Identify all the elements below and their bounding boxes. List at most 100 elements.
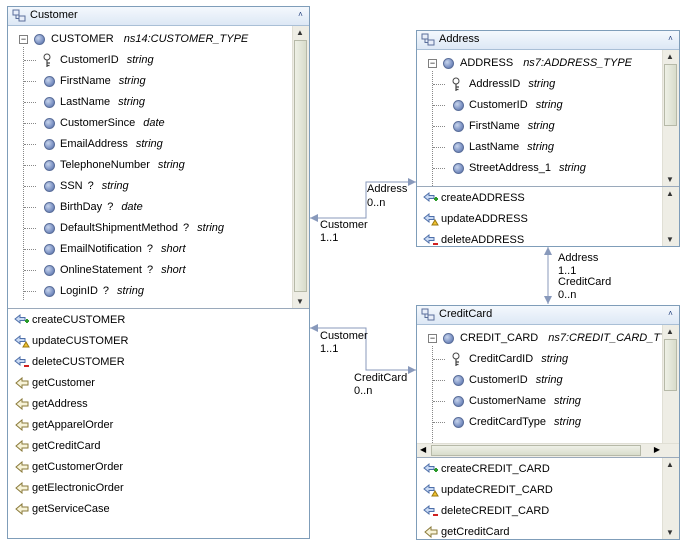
attribute-row[interactable]: CustomerID string [469,95,563,116]
attribute-row[interactable]: AddressID string [469,74,555,95]
operation-name: createCUSTOMER [32,314,126,326]
operation-name: getApparelOrder [32,419,114,431]
collapse-tree-icon[interactable]: − [19,35,28,44]
operation-row[interactable]: createCREDIT_CARD [417,459,657,480]
root-type: ns7:CREDIT_CARD_TYPE [548,332,679,344]
attribute-name: CustomerSince [60,117,136,129]
scroll-thumb[interactable] [294,40,307,292]
attribute-name: LastName [60,96,111,108]
operation-name: getServiceCase [32,503,110,515]
attribute-row[interactable]: CreditCardType string [469,412,581,433]
attribute-name: CreditCardType [469,416,547,428]
attribute-type: string [554,416,581,428]
creditcard-root-row[interactable]: CREDIT_CARD ns7:CREDIT_CARD_TYPE [460,328,679,349]
operation-row[interactable]: createADDRESS [417,188,657,209]
operation-row[interactable]: updateCREDIT_CARD [417,480,657,501]
customer-entity-panel[interactable]: Customer ˄ − CUSTOMER ns14:CUSTOMER_TYPE … [7,6,310,539]
collapse-tree-icon[interactable]: − [428,59,437,68]
attribute-type: string [101,180,129,192]
customer-operations[interactable]: createCUSTOMER updateCUSTOMER deleteCUSTOM… [8,308,309,539]
address-operations[interactable]: createADDRESS updateADDRESS deleteADDRESS [417,186,679,247]
attribute-icon [453,375,464,386]
operation-name: createADDRESS [441,192,525,204]
operation-row[interactable]: deleteCREDIT_CARD [417,501,657,522]
tree-connector [24,249,36,250]
operation-name: deleteADDRESS [441,234,525,246]
operation-row[interactable]: getCreditCard [8,436,248,457]
creditcard-operations[interactable]: createCREDIT_CARD updateCREDIT_CARD delete… [417,457,679,540]
collapse-icon[interactable]: ˄ [295,10,306,21]
operation-name: getCustomer [32,377,95,389]
address-entity-panel[interactable]: Address ˄ − ADDRESS ns7:ADDRESS_TYPE Addr… [416,30,680,247]
address-root-row[interactable]: ADDRESS ns7:ADDRESS_TYPE [460,53,632,74]
key-icon [452,352,460,366]
attribute-row[interactable]: CustomerSince date [60,113,165,134]
attribute-icon [44,244,55,255]
arrowhead-customer [310,214,318,222]
address-title-bar[interactable]: Address ˄ [417,31,679,50]
creditcard-horizontal-scrollbar[interactable]: ◀ ▶ [417,443,679,458]
scroll-thumb[interactable] [431,445,641,456]
attribute-name: BirthDay [60,201,103,213]
optional-marker: ? [146,264,154,276]
create-operation-icon [423,191,438,203]
attribute-row[interactable]: LastName string [469,137,554,158]
attribute-name: FirstName [469,120,520,132]
attribute-row[interactable]: LastName string [60,92,145,113]
operation-row[interactable]: getAddress [8,394,248,415]
creditcard-ops-scrollbar[interactable]: ▲ ▼ [662,458,679,539]
operation-row[interactable]: getCustomer [8,373,248,394]
attribute-row[interactable]: EmailAddress string [60,134,163,155]
address-attr-scrollbar[interactable]: ▲ ▼ [662,50,679,186]
attribute-type: string [135,138,163,150]
attribute-row[interactable]: FirstName string [469,116,555,137]
attribute-row[interactable]: CustomerID string [60,50,154,71]
operation-row[interactable]: getCustomerOrder [8,457,248,478]
operation-row[interactable]: getElectronicOrder [8,478,248,499]
operation-row[interactable]: getApparelOrder [8,415,248,436]
operation-row[interactable]: deleteCUSTOMER [8,352,248,373]
attribute-row[interactable]: OnlineStatement? short [60,260,186,281]
customer-title-bar[interactable]: Customer ˄ [8,7,309,26]
collapse-icon[interactable]: ˄ [665,309,676,320]
attribute-type: string [118,96,146,108]
arrowhead-creditcard-2 [544,296,552,304]
attribute-row[interactable]: TelephoneNumber string [60,155,185,176]
arrowhead-creditcard [408,366,416,374]
attribute-row[interactable]: LoginID? string [60,281,144,302]
attribute-row[interactable]: FirstName string [60,71,146,92]
operation-row[interactable]: updateADDRESS [417,209,657,230]
tree-connector [24,270,36,271]
collapse-icon[interactable]: ˄ [665,34,676,45]
attribute-icon [453,142,464,153]
customer-attributes[interactable]: − CUSTOMER ns14:CUSTOMER_TYPE CustomerID s… [8,26,309,308]
attribute-row[interactable]: BirthDay? date [60,197,143,218]
operation-row[interactable]: deleteADDRESS [417,230,657,247]
creditcard-entity-panel[interactable]: CreditCard ˄ − CREDIT_CARD ns7:CREDIT_CAR… [416,305,680,540]
root-type: ns14:CUSTOMER_TYPE [123,33,249,45]
scroll-thumb[interactable] [664,339,677,391]
customer-attr-scrollbar[interactable]: ▲ ▼ [292,26,309,308]
attribute-row[interactable]: CreditCardID string [469,349,568,370]
attribute-row[interactable]: DefaultShipmentMethod? string [60,218,224,239]
attribute-row[interactable]: SSN? string [60,176,129,197]
operation-row[interactable]: createCUSTOMER [8,310,248,331]
operation-row[interactable]: updateCUSTOMER [8,331,248,352]
creditcard-title-bar[interactable]: CreditCard ˄ [417,306,679,325]
address-ops-scrollbar[interactable]: ▲ ▼ [662,187,679,246]
customer-root-row[interactable]: CUSTOMER ns14:CUSTOMER_TYPE [51,29,248,50]
attribute-row[interactable]: EmailNotification? short [60,239,186,260]
attribute-icon [44,76,55,87]
attribute-row[interactable]: CustomerName string [469,391,581,412]
scroll-thumb[interactable] [664,64,677,126]
creditcard-attributes[interactable]: − CREDIT_CARD ns7:CREDIT_CARD_TYPE Credit… [417,325,679,443]
address-attributes[interactable]: − ADDRESS ns7:ADDRESS_TYPE AddressID strin… [417,50,679,186]
attribute-row[interactable]: StreetAddress_1 string [469,158,586,179]
creditcard-attr-scrollbar[interactable]: ▲ [662,325,679,443]
attribute-row[interactable]: CustomerID string [469,370,563,391]
operation-row[interactable]: getServiceCase [8,499,248,520]
optional-marker: ? [87,180,94,192]
attribute-name: CustomerName [469,395,547,407]
operation-row[interactable]: getCreditCard [417,522,657,540]
collapse-tree-icon[interactable]: − [428,334,437,343]
